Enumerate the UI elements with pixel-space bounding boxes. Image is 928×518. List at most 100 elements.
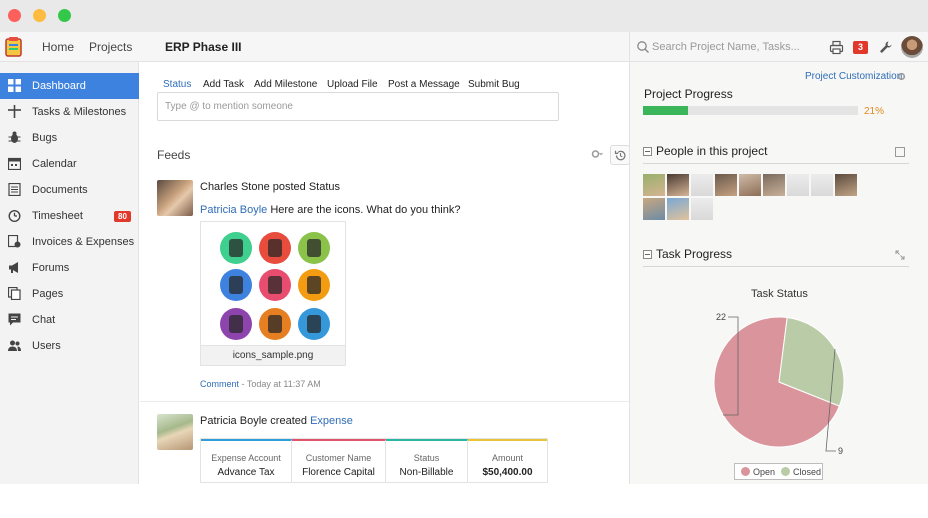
sidebar-item-documents[interactable]: Documents (0, 177, 139, 203)
sidebar-item-bugs[interactable]: Bugs (0, 125, 139, 151)
feed-message-text: Here are the icons. What do you think? (270, 204, 461, 216)
tab-add-task[interactable]: Add Task (203, 79, 244, 90)
legend-open-swatch (741, 467, 750, 476)
sidebar-item-users[interactable]: Users (0, 333, 139, 359)
tab-add-milestone[interactable]: Add Milestone (254, 79, 317, 90)
notification-badge[interactable]: 3 (853, 41, 868, 54)
wrench-icon[interactable] (878, 40, 893, 55)
document-icon (8, 183, 21, 196)
add-person-icon[interactable] (895, 147, 905, 157)
person-avatar[interactable] (835, 174, 857, 196)
close-window-button[interactable] (8, 9, 21, 22)
mention-input[interactable] (165, 99, 545, 113)
person-avatar[interactable] (739, 174, 761, 196)
status-cell: Status Non-Billable (386, 439, 468, 483)
image-attachment[interactable]: icons_sample.png (200, 221, 346, 366)
person-avatar[interactable] (811, 174, 833, 196)
minimize-window-button[interactable] (33, 9, 46, 22)
person-avatar[interactable] (643, 174, 665, 196)
collapse-icon[interactable] (643, 147, 652, 156)
user-avatar[interactable] (901, 36, 923, 58)
nav-home-link[interactable]: Home (42, 40, 74, 54)
sidebar-item-pages[interactable]: Pages (0, 281, 139, 307)
people-section-title: People in this project (656, 144, 768, 158)
search-bar (629, 32, 820, 62)
chat-icon (8, 313, 21, 326)
invoice-icon (8, 235, 21, 248)
cell-header: Customer Name (305, 453, 372, 463)
print-icon[interactable] (829, 40, 844, 55)
sidebar-item-label: Invoices & Expenses (32, 236, 135, 248)
microphone-sample-icon (220, 269, 252, 301)
mention-link[interactable]: Patricia Boyle (200, 204, 267, 216)
search-input[interactable] (652, 38, 818, 56)
tab-upload-file[interactable]: Upload File (327, 79, 378, 90)
person-avatar[interactable] (787, 174, 809, 196)
mobile-sample-icon (259, 269, 291, 301)
nav-projects-link[interactable]: Projects (89, 40, 132, 54)
camera-sample-icon (220, 232, 252, 264)
device-sample-icon (298, 308, 330, 340)
app-logo-icon[interactable] (4, 36, 24, 58)
refresh-feed-button[interactable] (610, 145, 630, 165)
sidebar-item-label: Pages (32, 288, 64, 300)
sidebar-item-label: Bugs (32, 132, 58, 144)
tablet-sample-icon (259, 308, 291, 340)
person-avatar[interactable] (715, 174, 737, 196)
pages-icon (8, 287, 21, 300)
sidebar-item-label: Timesheet (32, 210, 83, 222)
cell-value: Non-Billable (399, 467, 454, 478)
feed-settings-gear-icon[interactable] (591, 149, 603, 159)
bottom-margin (0, 484, 928, 518)
collapse-icon[interactable] (643, 250, 652, 259)
megaphone-icon (9, 262, 18, 273)
comment-link[interactable]: Comment (200, 379, 239, 389)
sidebar-item-forums[interactable]: Forums (0, 255, 139, 281)
sidebar-item-timesheet[interactable]: Timesheet 80 (0, 203, 139, 229)
pie-data-label: 9 (838, 446, 843, 456)
task-status-pie-chart: 22 9 (713, 312, 845, 456)
task-progress-title: Task Progress (656, 247, 733, 261)
feed-timestamp: - Today at 11:37 AM (239, 379, 321, 389)
people-avatar-grid (643, 174, 873, 220)
sidebar-item-calendar[interactable]: Calendar (0, 151, 139, 177)
expense-link[interactable]: Expense (310, 415, 353, 427)
person-avatar[interactable] (667, 198, 689, 220)
window-titlebar (0, 0, 928, 32)
sidebar-item-label: Forums (32, 262, 70, 274)
sidebar-item-tasks[interactable]: Tasks & Milestones (0, 99, 139, 125)
customer-name-cell: Customer Name Florence Capital (292, 439, 386, 483)
expand-icon[interactable] (895, 250, 905, 260)
amount-cell: Amount $50,400.00 (468, 439, 547, 483)
clock-icon (8, 210, 21, 222)
people-section-header: People in this project (643, 142, 909, 164)
chart-legend: Open Closed (734, 463, 823, 480)
charles-stone-avatar[interactable] (157, 180, 193, 216)
person-avatar[interactable] (763, 174, 785, 196)
patricia-boyle-avatar[interactable] (157, 414, 193, 450)
person-avatar[interactable] (691, 198, 713, 220)
person-avatar[interactable] (691, 174, 713, 196)
telephone-sample-icon (298, 269, 330, 301)
gear-icon[interactable] (897, 72, 906, 81)
top-navigation-bar: Home Projects ERP Phase III 3 (0, 32, 928, 62)
sidebar-item-invoices[interactable]: Invoices & Expenses (0, 229, 139, 255)
chart-title: Task Status (751, 288, 808, 300)
tab-submit-bug[interactable]: Submit Bug (468, 79, 520, 90)
bug-icon (8, 131, 21, 143)
cell-header: Status (413, 453, 440, 463)
sidebar-item-dashboard[interactable]: Dashboard (0, 73, 139, 99)
cell-value: Florence Capital (302, 467, 375, 478)
watch-sample-icon (220, 308, 252, 340)
sidebar-item-chat[interactable]: Chat (0, 307, 139, 333)
person-avatar[interactable] (667, 174, 689, 196)
project-customization-link[interactable]: Project Customization (805, 71, 902, 82)
sidebar-item-label: Dashboard (32, 80, 86, 92)
person-avatar[interactable] (643, 198, 665, 220)
maximize-window-button[interactable] (58, 9, 71, 22)
tab-status[interactable]: Status (163, 79, 191, 90)
crosshair-icon (8, 105, 21, 118)
feed-divider (140, 401, 629, 402)
project-progress-title: Project Progress (644, 87, 733, 101)
tab-post-message[interactable]: Post a Message (388, 79, 460, 90)
